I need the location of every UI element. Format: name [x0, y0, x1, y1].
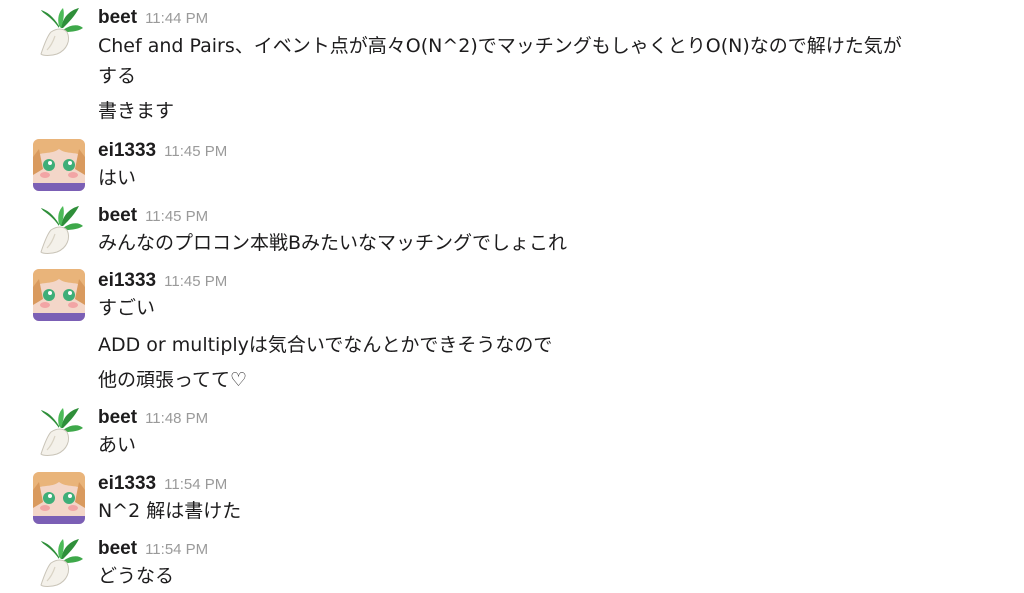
message-header: ei1333 11:54 PM	[98, 473, 227, 497]
beet-vegetable-icon	[40, 408, 83, 456]
message-text: すごい	[98, 297, 156, 319]
message-text: N^2 解は書けた	[98, 500, 242, 522]
message-text: 書きます	[98, 100, 175, 122]
timestamp[interactable]: 11:44 PM	[145, 10, 208, 27]
anime-girl-avatar-icon	[33, 472, 85, 524]
ei1333-avatar[interactable]	[33, 269, 85, 321]
message-text: Chef and Pairs、イベント点が高々O(N^2)でマッチングもしゃくと…	[98, 35, 902, 57]
message-header: beet 11:45 PM	[98, 205, 208, 229]
message-text: 他の頑張ってて♡	[98, 369, 248, 391]
message-text: みんなのプロコン本戦Bみたいなマッチングでしょこれ	[98, 232, 568, 254]
author-name[interactable]: beet	[98, 7, 137, 28]
message-text: どうなる	[98, 565, 175, 587]
author-name[interactable]: ei1333	[98, 140, 156, 161]
ei1333-avatar[interactable]	[33, 139, 85, 191]
timestamp[interactable]: 11:45 PM	[145, 208, 208, 225]
ei1333-avatar[interactable]	[33, 472, 85, 524]
beet-avatar[interactable]	[33, 6, 85, 58]
message-text: ADD or multiplyは気合いでなんとかできそうなので	[98, 334, 553, 356]
message-text: あい	[98, 434, 137, 456]
author-name[interactable]: ei1333	[98, 473, 156, 494]
beet-vegetable-icon	[40, 8, 83, 56]
timestamp[interactable]: 11:45 PM	[164, 143, 227, 160]
message-text: はい	[98, 167, 137, 189]
anime-girl-avatar-icon	[33, 269, 85, 321]
timestamp[interactable]: 11:45 PM	[164, 273, 227, 290]
message-text: する	[98, 65, 137, 87]
anime-girl-avatar-icon	[33, 139, 85, 191]
beet-avatar[interactable]	[33, 537, 85, 589]
timestamp[interactable]: 11:48 PM	[145, 410, 208, 427]
message-header: ei1333 11:45 PM	[98, 270, 227, 294]
beet-avatar[interactable]	[33, 406, 85, 458]
timestamp[interactable]: 11:54 PM	[145, 541, 208, 558]
timestamp[interactable]: 11:54 PM	[164, 476, 227, 493]
author-name[interactable]: beet	[98, 205, 137, 226]
message-header: beet 11:54 PM	[98, 538, 208, 562]
message-header: ei1333 11:45 PM	[98, 140, 227, 164]
beet-avatar[interactable]	[33, 204, 85, 256]
beet-vegetable-icon	[40, 206, 83, 254]
author-name[interactable]: beet	[98, 538, 137, 559]
author-name[interactable]: ei1333	[98, 270, 156, 291]
beet-vegetable-icon	[40, 539, 83, 587]
message-header: beet 11:48 PM	[98, 407, 208, 431]
message-header: beet 11:44 PM	[98, 7, 208, 31]
author-name[interactable]: beet	[98, 407, 137, 428]
